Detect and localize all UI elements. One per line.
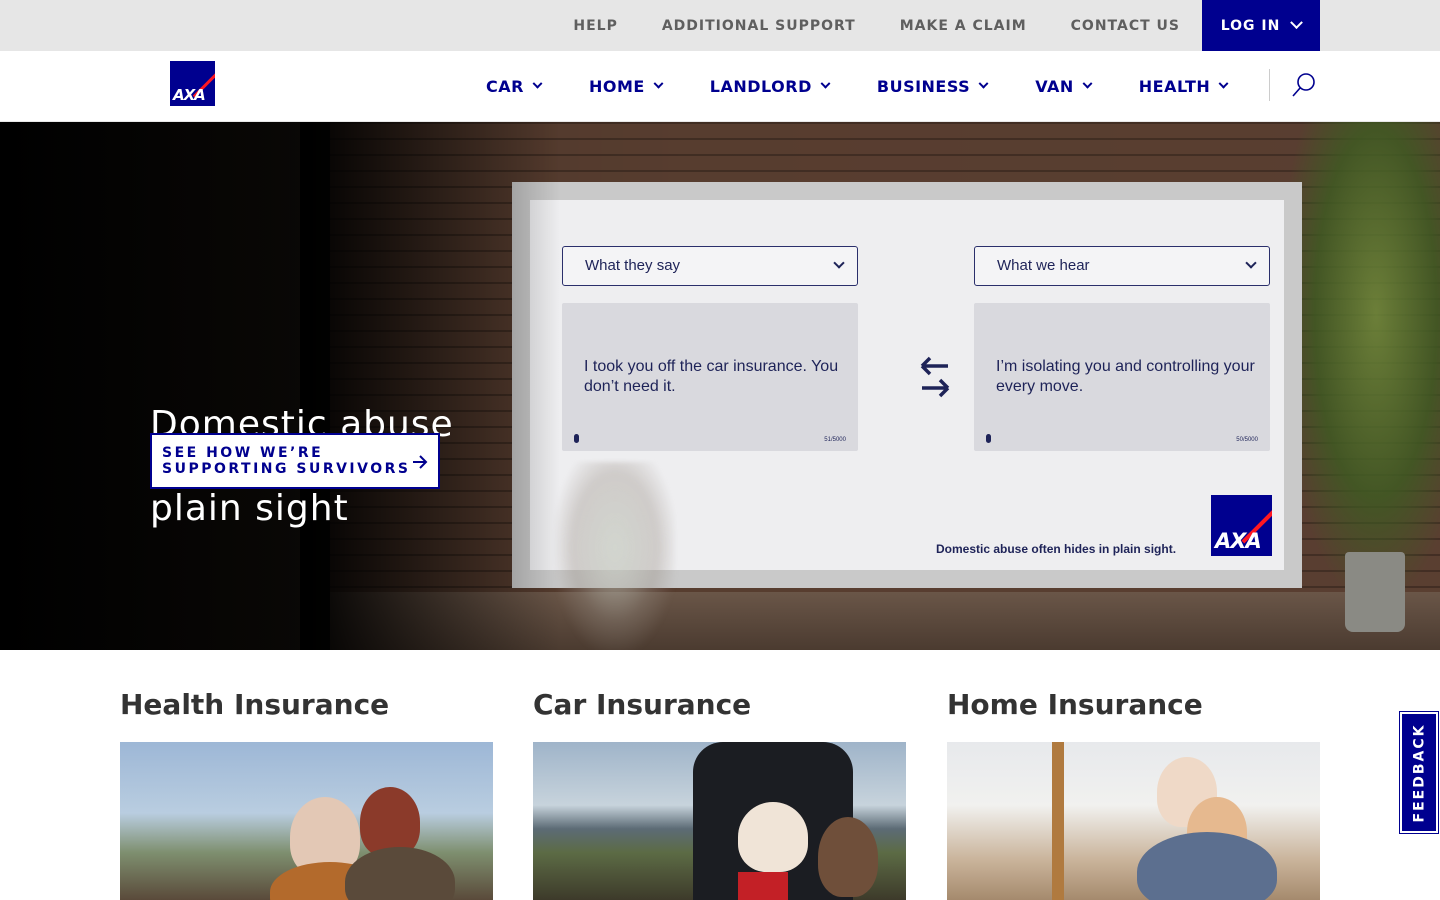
billboard-dropdown-label: What we hear — [997, 257, 1090, 274]
help-link[interactable]: HELP — [573, 18, 617, 34]
make-a-claim-link[interactable]: MAKE A CLAIM — [900, 18, 1027, 34]
person-man — [818, 817, 878, 897]
utility-nav: HELP ADDITIONAL SUPPORT MAKE A CLAIM CON… — [529, 0, 1320, 51]
nav-item-landlord[interactable]: LANDLORD — [709, 77, 831, 96]
nav-item-health[interactable]: HEALTH — [1138, 77, 1229, 96]
feedback-tab[interactable]: FEEDBACK — [1399, 711, 1439, 834]
chevron-down-icon — [978, 78, 989, 89]
hero-fade — [300, 122, 560, 650]
chevron-down-icon — [833, 257, 845, 269]
microphone-icon — [574, 434, 579, 443]
login-label: LOG IN — [1220, 17, 1281, 34]
utility-bar: HELP ADDITIONAL SUPPORT MAKE A CLAIM CON… — [0, 0, 1440, 51]
login-button[interactable]: LOG IN — [1202, 0, 1320, 51]
chevron-down-icon — [1245, 257, 1257, 269]
search-icon — [1292, 73, 1315, 97]
billboard-dropdown-left: What they say — [562, 246, 858, 286]
nav-item-car[interactable]: CAR — [486, 77, 543, 96]
nav-item-van[interactable]: VAN — [1035, 77, 1093, 96]
billboard-char-count: 51/5000 — [824, 437, 846, 443]
hero-tree — [1280, 122, 1440, 602]
cta-label: SEE HOW WE’RE SUPPORTING SURVIVORS — [162, 445, 411, 477]
billboard-tagline: Domestic abuse often hides in plain sigh… — [936, 542, 1177, 556]
person-child — [738, 802, 808, 872]
survivors-cta-button[interactable]: SEE HOW WE’RE SUPPORTING SURVIVORS — [150, 433, 440, 489]
axa-logo[interactable]: AXA — [170, 61, 215, 106]
nav-divider — [1269, 69, 1270, 101]
card-title[interactable]: Health Insurance — [120, 688, 389, 721]
card-title[interactable]: Car Insurance — [533, 688, 751, 721]
chevron-down-icon — [1290, 16, 1304, 30]
hero-walking-person — [555, 462, 675, 650]
nav-item-label: CAR — [486, 77, 524, 96]
chevron-down-icon — [1218, 78, 1229, 89]
billboard-text: I took you off the car insurance. You do… — [584, 358, 839, 395]
contact-us-link[interactable]: CONTACT US — [1071, 18, 1180, 34]
billboard-text: I’m isolating you and controlling your e… — [996, 358, 1255, 395]
billboard-dropdown-label: What they say — [585, 257, 681, 274]
red-bag — [738, 872, 788, 900]
nav-item-business[interactable]: BUSINESS — [876, 77, 989, 96]
additional-support-link[interactable]: ADDITIONAL SUPPORT — [662, 18, 856, 34]
billboard-axa-logo: AXA — [1211, 495, 1272, 556]
nav-item-label: BUSINESS — [876, 77, 971, 96]
billboard-textbox-right: I’m isolating you and controlling your e… — [974, 303, 1270, 451]
microphone-icon — [986, 434, 991, 443]
nav-list: CAR HOME LANDLORD BUSINESS VAN HEALTH — [486, 51, 1275, 122]
cardigan-blue — [1137, 832, 1277, 900]
jacket-brown — [345, 847, 455, 900]
hero-plant-pot — [1345, 552, 1405, 632]
search-button[interactable] — [1290, 71, 1318, 99]
card-image-health[interactable] — [120, 742, 493, 900]
card-image-car[interactable] — [533, 742, 906, 900]
wooden-post — [1052, 742, 1064, 900]
nav-item-label: HOME — [588, 77, 645, 96]
billboard-char-count: 50/5000 — [1236, 437, 1258, 443]
logo-text: AXA — [173, 86, 206, 104]
chevron-down-icon — [532, 78, 543, 89]
billboard-textbox-left: I took you off the car insurance. You do… — [562, 303, 858, 451]
main-navigation: AXA CAR HOME LANDLORD BUSINESS VAN HEALT… — [0, 51, 1440, 122]
nav-item-label: VAN — [1035, 77, 1074, 96]
card-title[interactable]: Home Insurance — [947, 688, 1203, 721]
feedback-label: FEEDBACK — [1411, 723, 1428, 822]
nav-item-home[interactable]: HOME — [588, 77, 664, 96]
logo-text: AXA — [1215, 529, 1262, 553]
card-image-home[interactable] — [947, 742, 1320, 900]
billboard-dropdown-right: What we hear — [974, 246, 1270, 286]
arrow-right-icon — [413, 455, 428, 469]
nav-item-label: LANDLORD — [709, 77, 812, 96]
nav-item-label: HEALTH — [1138, 77, 1211, 96]
hero-banner: What they say What we hear I took you of… — [0, 122, 1440, 650]
chevron-down-icon — [653, 78, 664, 89]
swap-arrows-icon — [920, 356, 950, 398]
chevron-down-icon — [820, 78, 831, 89]
chevron-down-icon — [1082, 78, 1093, 89]
